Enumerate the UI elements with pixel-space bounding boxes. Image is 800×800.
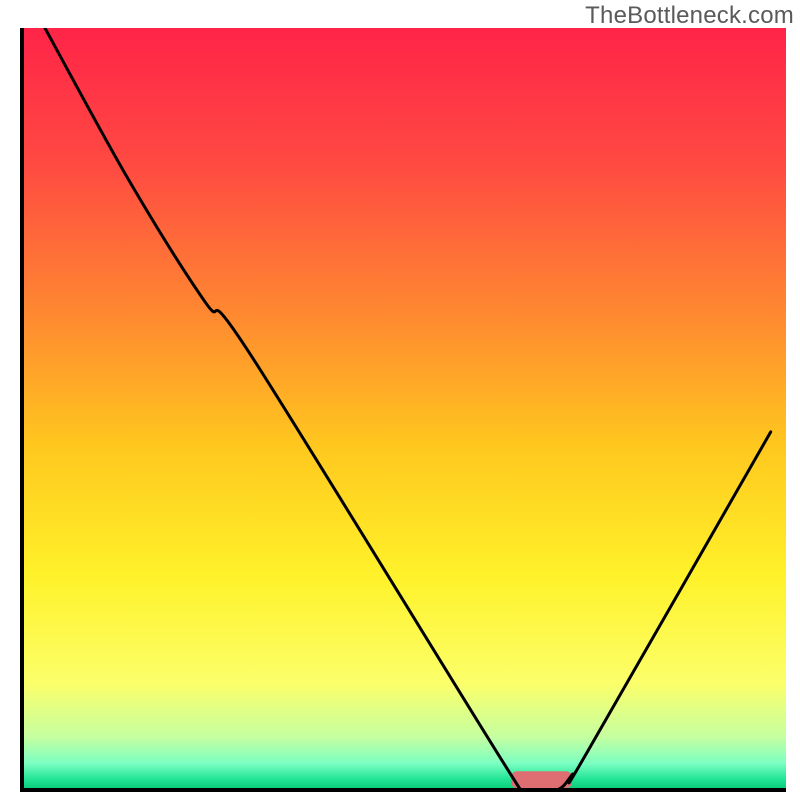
- chart-stage: TheBottleneck.com: [0, 0, 800, 800]
- bottleneck-chart: [0, 0, 800, 800]
- plot-background: [22, 28, 786, 790]
- watermark-text: TheBottleneck.com: [585, 2, 794, 30]
